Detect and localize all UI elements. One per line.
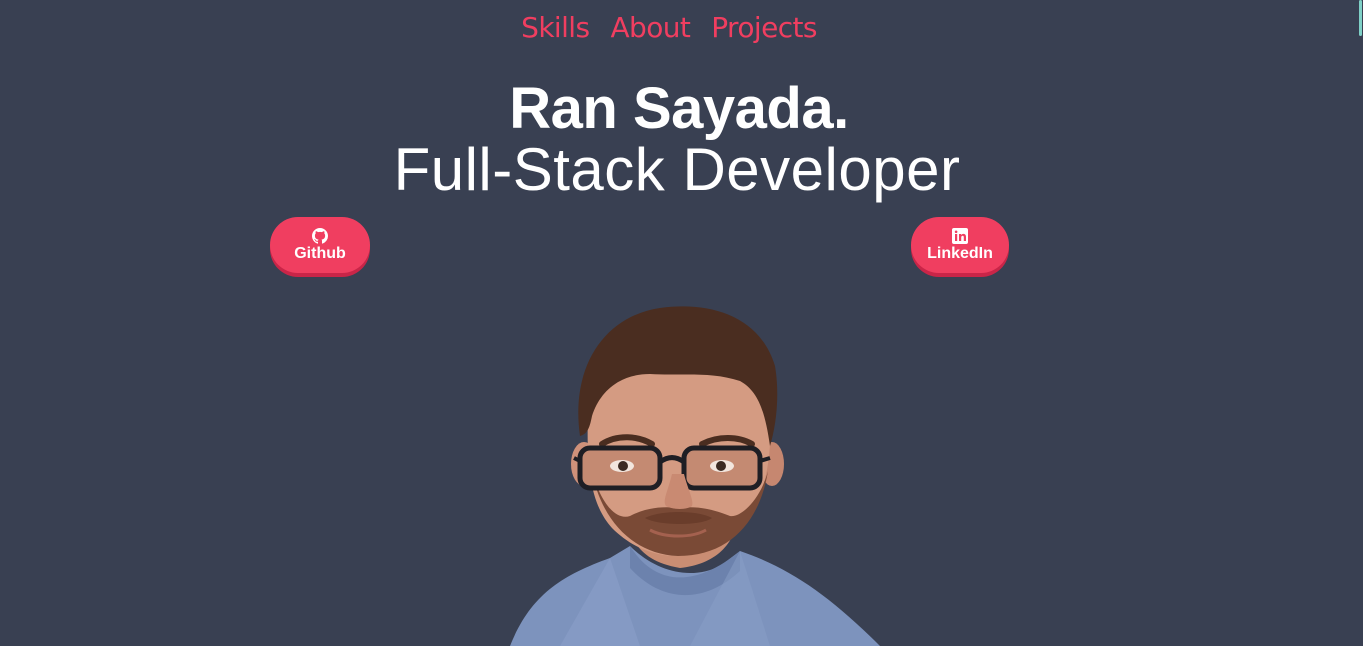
hero-name: Ran Sayada. [509,76,849,141]
linkedin-icon [952,227,968,244]
hero-role: Full-Stack Developer [393,136,961,203]
page: Skills About Projects Ran Sayada. Full-S… [0,0,1363,646]
linkedin-button-label: LinkedIn [927,244,993,262]
top-nav: Skills About Projects [0,10,1338,46]
nav-link-projects[interactable]: Projects [711,10,817,46]
scrollbar-thumb[interactable] [1359,0,1362,36]
portrait-photo [510,306,880,646]
github-button-label: Github [294,244,346,262]
github-icon [312,227,328,244]
linkedin-button[interactable]: LinkedIn [911,217,1009,273]
nav-link-about[interactable]: About [610,10,690,46]
github-button[interactable]: Github [270,217,370,273]
nav-link-skills[interactable]: Skills [521,10,590,46]
